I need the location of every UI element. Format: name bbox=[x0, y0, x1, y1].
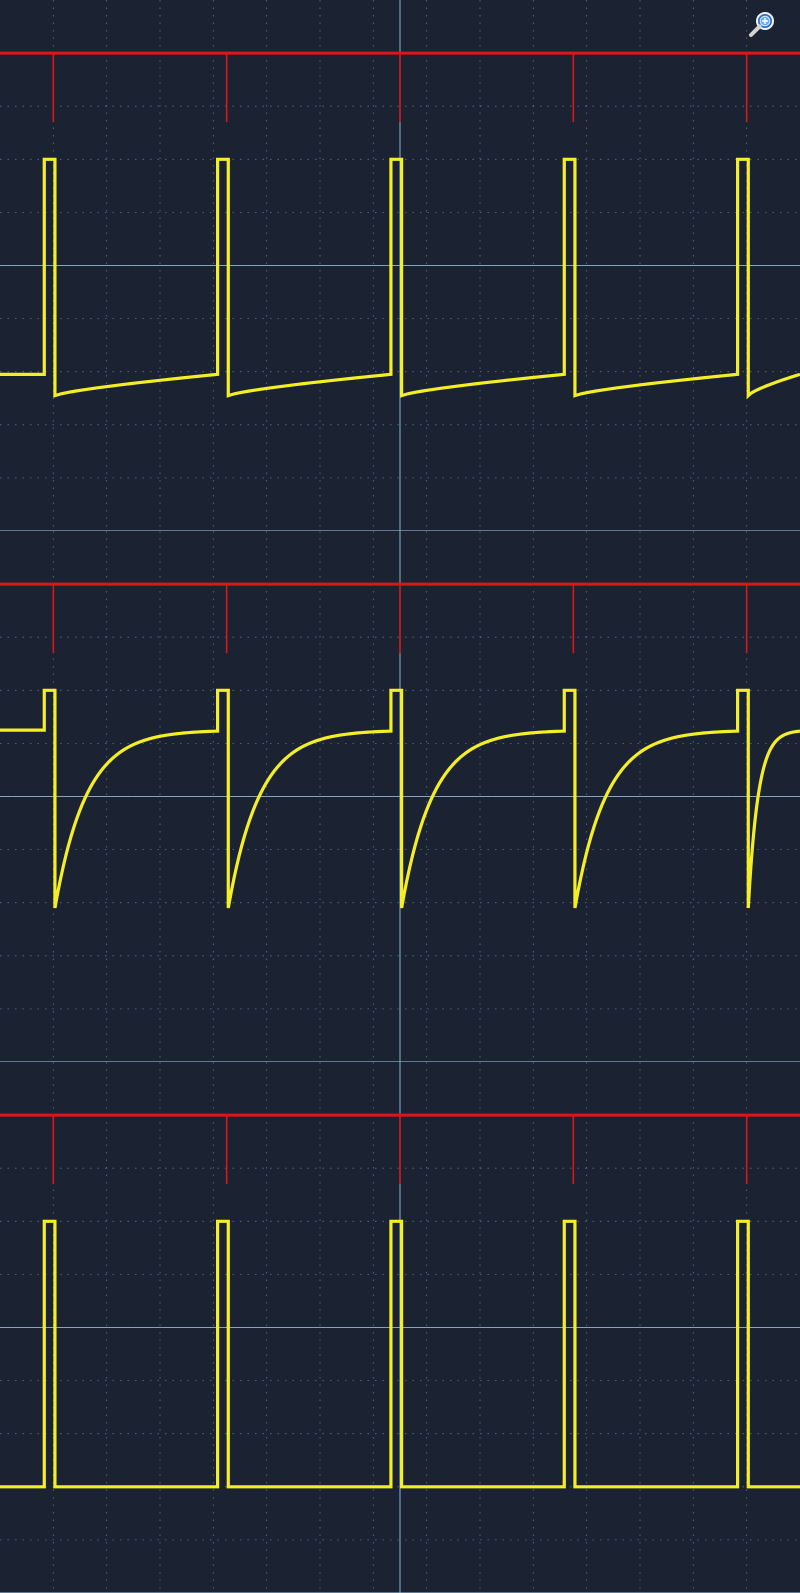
oscilloscope-canvas bbox=[0, 0, 800, 1593]
waveform-panel-3 bbox=[0, 1062, 800, 1593]
zoom-button[interactable] bbox=[746, 10, 776, 40]
oscilloscope-display bbox=[0, 0, 800, 1593]
waveform-panel-1 bbox=[0, 0, 800, 532]
zoom-magnifier-icon bbox=[749, 12, 774, 37]
waveform-panel-2 bbox=[0, 531, 800, 1063]
